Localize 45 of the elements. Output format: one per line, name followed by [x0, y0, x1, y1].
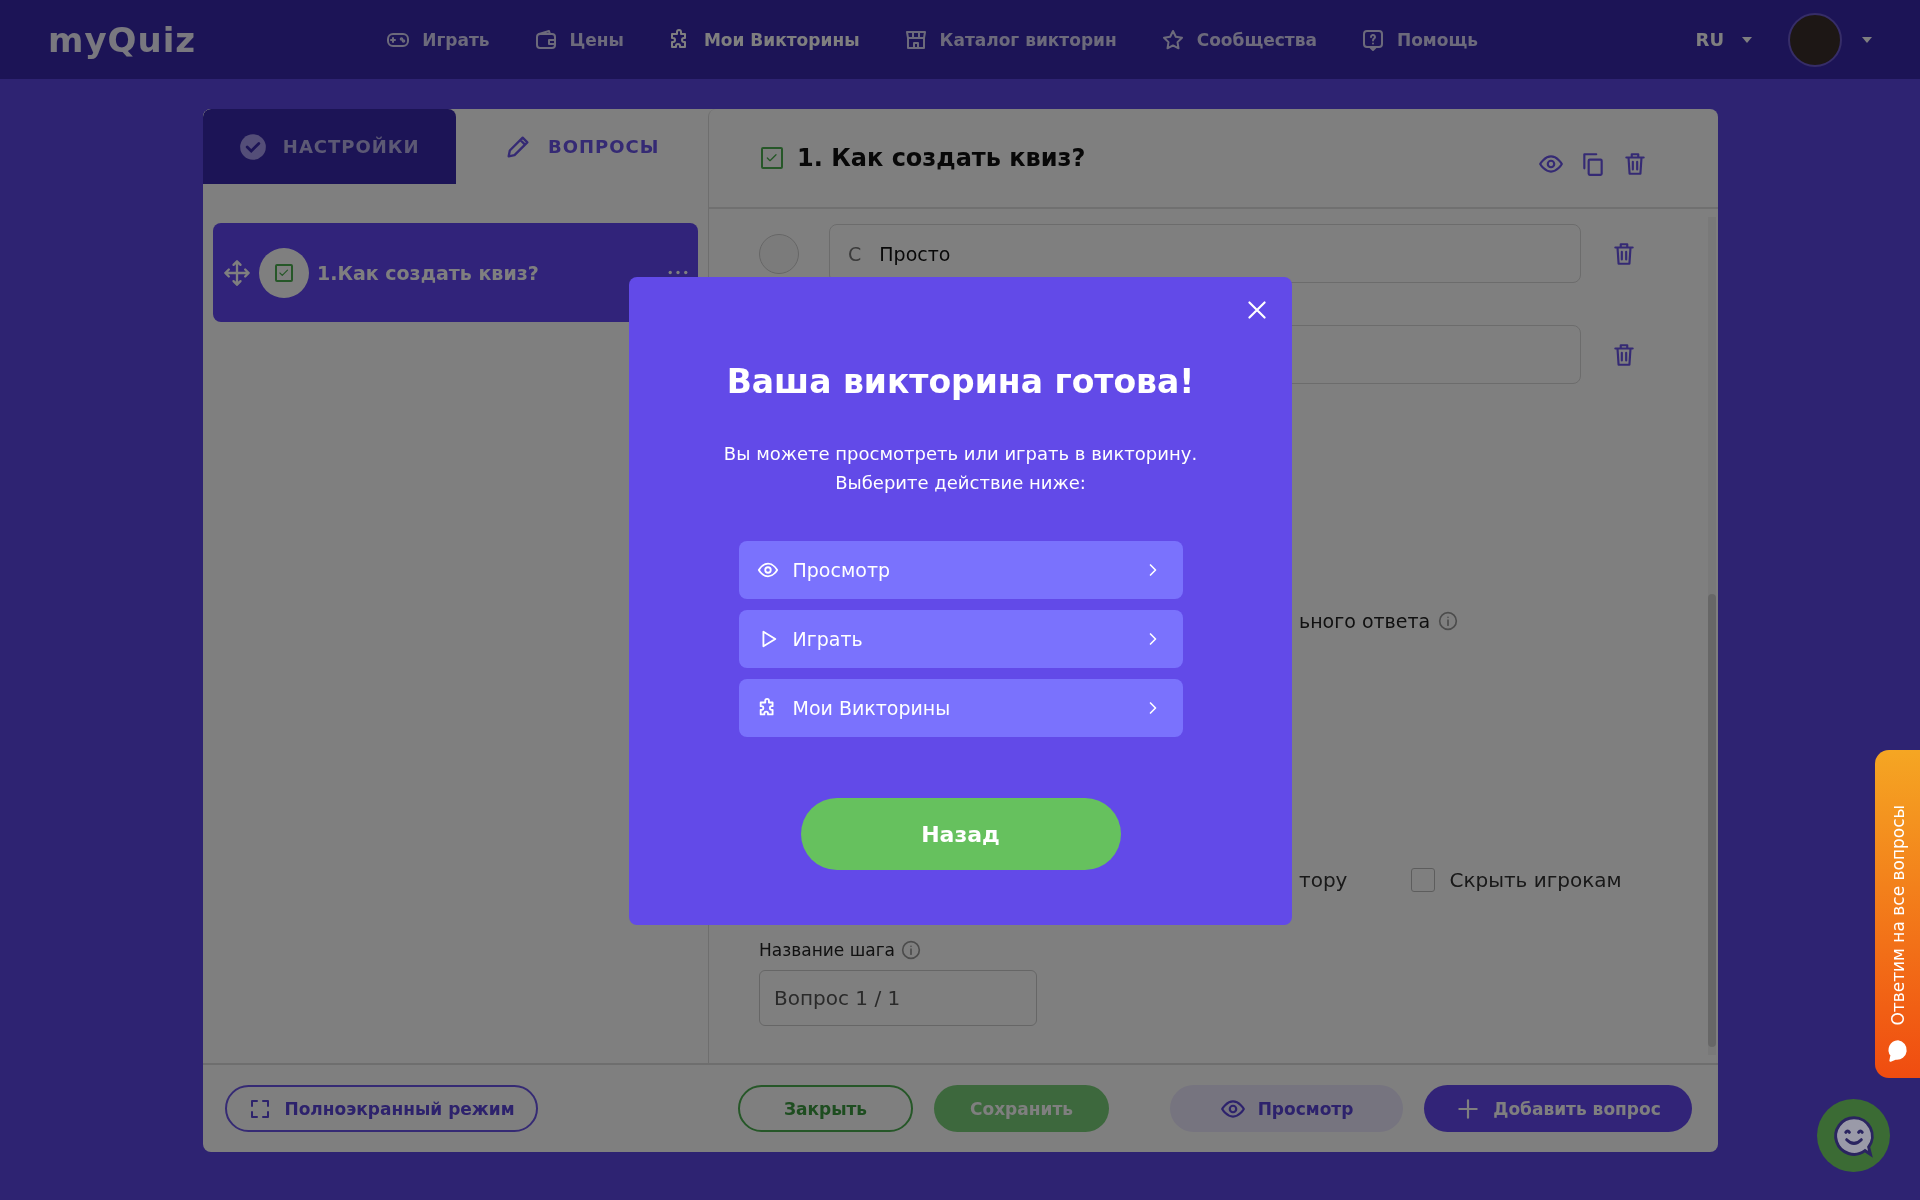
- trash-icon: [1611, 341, 1637, 368]
- help-tab[interactable]: Ответим на все вопросы: [1875, 750, 1920, 1078]
- help-icon: [1360, 27, 1385, 52]
- copy-icon: [1580, 151, 1606, 177]
- wallet-icon: [533, 27, 558, 52]
- nav-link[interactable]: Каталог викторин: [903, 27, 1117, 52]
- add-question-button[interactable]: Добавить вопрос: [1424, 1085, 1692, 1132]
- checkbox-label: тору: [1299, 868, 1348, 892]
- modal-description: Вы можете просмотреть или играть в викторину. Выберите действие ниже:: [723, 442, 1198, 495]
- fullscreen-button[interactable]: Полноэкранный режим: [225, 1085, 538, 1132]
- nav-link[interactable]: Мои Викторины: [667, 27, 860, 52]
- more-icon[interactable]: [668, 270, 688, 275]
- info-icon: [1438, 611, 1459, 631]
- check-circle-icon: [238, 132, 267, 161]
- nav-link[interactable]: Помощь: [1360, 27, 1478, 52]
- logo[interactable]: myQuiz: [48, 19, 197, 60]
- preview-button[interactable]: Просмотр: [1170, 1085, 1403, 1132]
- nav-link[interactable]: Сообщества: [1160, 27, 1317, 52]
- trash-icon: [1622, 151, 1648, 177]
- step-name-field[interactable]: Вопрос 1 / 1: [759, 970, 1037, 1026]
- action-option[interactable]: Мои Викторины: [738, 679, 1183, 737]
- option-label: ьного ответа: [1299, 610, 1431, 632]
- nav-link[interactable]: Цены: [533, 27, 624, 52]
- question-item[interactable]: 1.Как создать квиз?: [213, 223, 698, 322]
- hide-from-players-checkbox[interactable]: Скрыть игрокам: [1411, 868, 1622, 892]
- back-button[interactable]: Назад: [800, 798, 1121, 870]
- language-dropdown[interactable]: RU: [1689, 28, 1758, 51]
- scrollbar[interactable]: [1708, 217, 1716, 1055]
- smiley-chat-icon: [1831, 1113, 1876, 1158]
- question-title: 1. Как создать квиз?: [797, 144, 1087, 172]
- action-option[interactable]: Просмотр: [738, 541, 1183, 599]
- trash-icon: [1611, 240, 1637, 267]
- save-button[interactable]: Сохранить: [934, 1085, 1109, 1132]
- info-icon: [901, 940, 922, 960]
- move-icon: [223, 258, 251, 287]
- checkbox[interactable]: [761, 147, 783, 169]
- nav-link[interactable]: Играть: [386, 27, 490, 52]
- star-icon: [1160, 27, 1185, 52]
- modal-title: Ваша викторина готова!: [726, 362, 1195, 401]
- user-menu[interactable]: [1788, 12, 1872, 67]
- field-label: Название шага: [759, 940, 896, 960]
- action-option[interactable]: Играть: [738, 610, 1183, 668]
- close-button[interactable]: Закрыть: [738, 1085, 913, 1132]
- tab[interactable]: НАСТРОЙКИ: [203, 109, 456, 184]
- radio-button[interactable]: [759, 233, 799, 274]
